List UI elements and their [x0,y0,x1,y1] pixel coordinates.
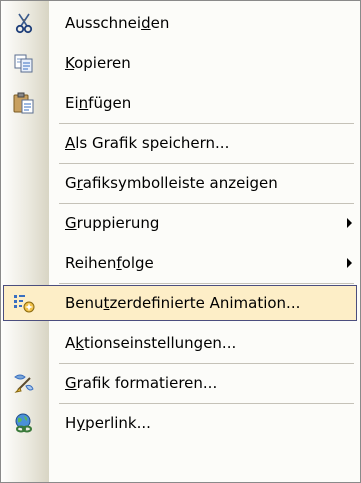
menu-item-label: Hyperlink... [65,414,151,432]
format-picture-icon [12,372,36,394]
scissors-icon [12,12,36,34]
menu-item-label: Gruppierung [65,214,160,232]
paste-icon [12,92,36,114]
menu-item-cut[interactable]: Ausschneiden [1,3,360,43]
menu-item-label: Kopieren [65,54,131,72]
menu-item-label: Benutzerdefinierte Animation... [65,294,301,312]
menu-item-label: Als Grafik speichern... [65,134,230,152]
menu-item-label: Ausschneiden [65,14,170,32]
menu-item-save-as-picture[interactable]: Als Grafik speichern... [1,123,360,163]
menu-item-paste[interactable]: Einfügen [1,83,360,123]
menu-item-order[interactable]: Reihenfolge [1,243,360,283]
menu-item-copy[interactable]: Kopieren [1,43,360,83]
menu-item-custom-animation[interactable]: Benutzerdefinierte Animation... [1,283,360,323]
menu-item-show-picture-toolbar[interactable]: Grafiksymbolleiste anzeigen [1,163,360,203]
submenu-arrow-icon [347,218,352,228]
menu-item-label: Aktionseinstellungen... [65,334,237,352]
menu-item-hyperlink[interactable]: Hyperlink... [1,403,360,443]
menu-item-format-picture[interactable]: Grafik formatieren... [1,363,360,403]
menu-item-label: Grafiksymbolleiste anzeigen [65,174,278,192]
menu-item-label: Grafik formatieren... [65,374,218,392]
submenu-arrow-icon [347,258,352,268]
menu-item-label: Reihenfolge [65,254,154,272]
copy-icon [12,52,36,74]
menu-item-grouping[interactable]: Gruppierung [1,203,360,243]
menu-item-action-settings[interactable]: Aktionseinstellungen... [1,323,360,363]
custom-animation-icon [12,292,36,314]
context-menu: Ausschneiden Kopieren Einfügen Als Grafi… [0,0,361,483]
hyperlink-icon [12,412,36,434]
menu-item-label: Einfügen [65,94,132,112]
